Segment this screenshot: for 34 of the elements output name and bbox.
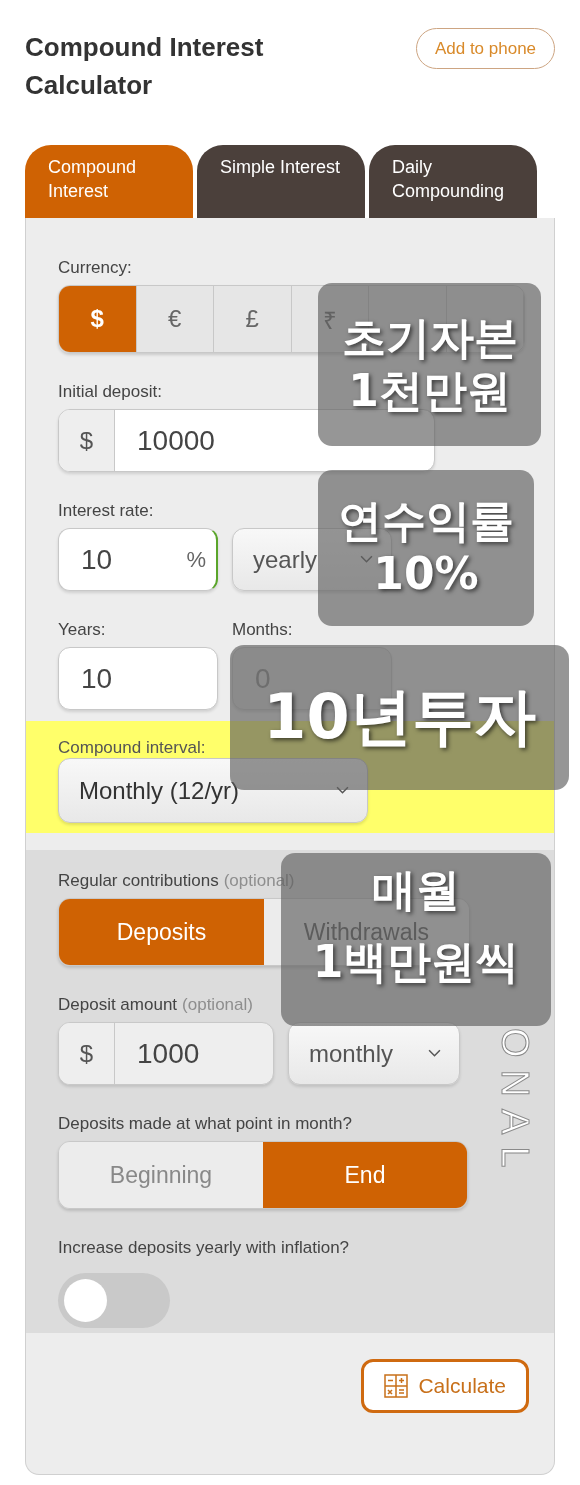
tab[interactable]: Simple Interest [197,145,365,218]
chevron-down-icon [360,555,373,564]
chevron-down-icon [428,1049,441,1058]
optional-note: (optional) [182,995,253,1016]
input-field[interactable]: 10 [58,647,218,710]
field-label: Compound interval: [58,738,206,757]
input-field[interactable]: $ 1000 [58,1022,274,1085]
field-label: Years: [58,620,106,640]
currency-button[interactable]: $ [59,286,137,352]
tab[interactable]: Daily Compounding [369,145,537,218]
field-label: Deposit amount [58,995,178,1015]
field-label: Deposits made at what point in month? [58,1114,352,1134]
calculator-icon [384,1374,409,1398]
field-label: Initial deposit: [58,382,162,402]
field-label: Increase deposits yearly with inflation? [58,1238,350,1258]
annotation-tooltip: 연수익률 10% [318,470,534,626]
field-label: Regular contributions [58,871,219,891]
segment-button[interactable]: End [263,1142,467,1208]
calculate-button[interactable]: Calculate [361,1359,529,1413]
side-label: ONAL [493,1028,536,1180]
interval-dropdown[interactable]: Monthly (12/yr) [58,758,368,823]
add-to-phone-button[interactable]: Add to phone [416,28,555,69]
field-label: Currency: [58,258,132,278]
input-field[interactable]: 10 % [58,528,218,591]
segment-button[interactable]: Beginning [59,1142,263,1208]
frequency-dropdown[interactable]: monthly [288,1022,460,1085]
field-label: Months: [232,620,293,640]
chevron-down-icon [336,786,349,795]
currency-button[interactable]: € [136,286,214,352]
currency-button[interactable]: £ [214,286,292,352]
segment-button[interactable]: Deposits [59,899,264,965]
tab[interactable]: Compound Interest [25,145,193,218]
page-title: Compound Interest Calculator [25,31,265,102]
field-label: Interest rate: [58,501,154,521]
